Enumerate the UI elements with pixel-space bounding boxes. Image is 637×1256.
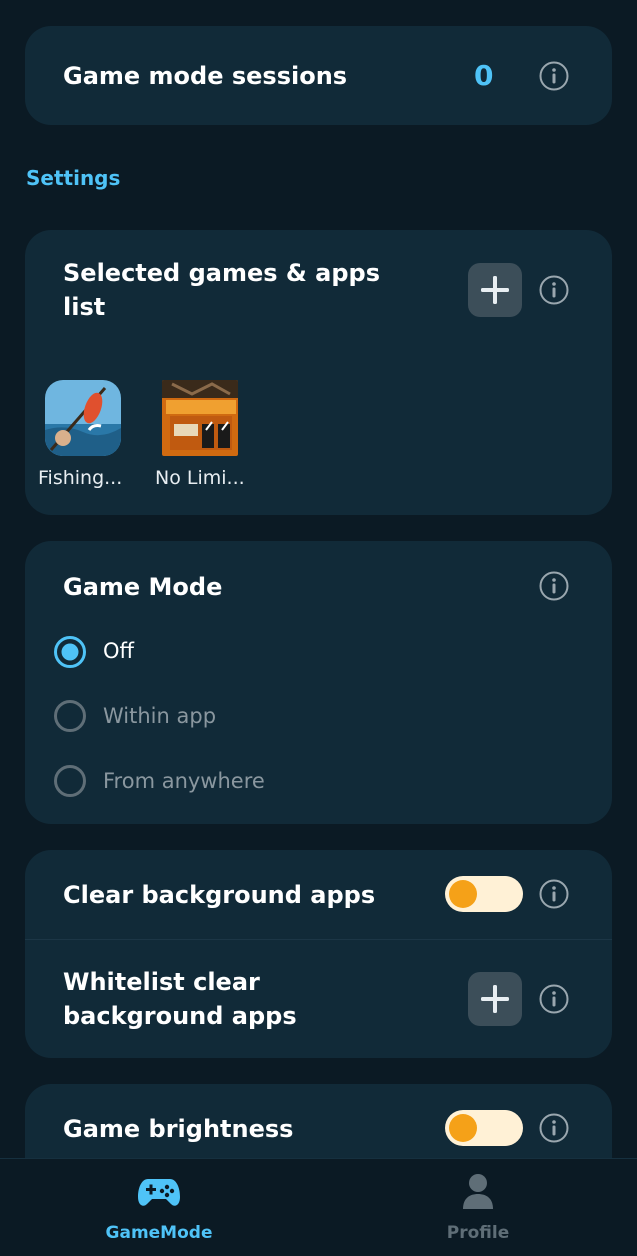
add-app-button[interactable] [468, 263, 522, 317]
nav-label-profile: Profile [446, 1223, 510, 1243]
info-icon[interactable] [539, 275, 569, 305]
info-icon[interactable] [539, 571, 569, 601]
brightness-toggle[interactable] [445, 1110, 523, 1146]
info-icon[interactable] [539, 984, 569, 1014]
nav-item-gamemode[interactable]: GameMode [99, 1173, 219, 1243]
whitelist-label-line2: background apps [63, 1002, 297, 1030]
settings-header: Settings [26, 166, 121, 190]
option-label-off: Off [103, 639, 134, 663]
info-icon[interactable] [539, 61, 569, 91]
background-apps-card: Clear background apps Whitelist clear ba… [25, 850, 612, 1058]
brightness-label: Game brightness [63, 1115, 294, 1143]
divider [25, 939, 612, 940]
game-mode-title: Game Mode [63, 573, 223, 601]
truck-game-icon[interactable] [162, 380, 238, 456]
gamepad-icon [99, 1173, 219, 1213]
game-mode-card: Game Mode Off Within app From anywhere [25, 541, 612, 824]
bottom-nav: GameMode Profile [0, 1158, 637, 1256]
clear-background-label: Clear background apps [63, 881, 376, 909]
radio-from-anywhere[interactable] [54, 765, 86, 797]
fishing-game-icon[interactable] [45, 380, 121, 456]
selected-apps-title-line2: list [63, 293, 106, 321]
option-label-within-app: Within app [103, 704, 217, 728]
nav-item-profile[interactable]: Profile [418, 1173, 538, 1243]
app-label: No Limi... [155, 467, 245, 489]
toggle-knob [449, 880, 477, 908]
add-whitelist-button[interactable] [468, 972, 522, 1026]
sessions-label: Game mode sessions [63, 62, 348, 90]
clear-background-toggle[interactable] [445, 876, 523, 912]
option-label-from-anywhere: From anywhere [103, 769, 265, 793]
nav-label-gamemode: GameMode [105, 1223, 213, 1243]
selected-apps-card: Selected games & apps list Fishing... No… [25, 230, 612, 515]
app-label: Fishing... [38, 467, 123, 489]
toggle-knob [449, 1114, 477, 1142]
radio-within-app[interactable] [54, 700, 86, 732]
info-icon[interactable] [539, 1113, 569, 1143]
plus-icon [481, 985, 509, 1013]
radio-off[interactable] [54, 636, 86, 668]
sessions-card: Game mode sessions 0 [25, 26, 612, 125]
info-icon[interactable] [539, 879, 569, 909]
person-icon [418, 1173, 538, 1213]
sessions-count: 0 [474, 59, 494, 92]
selected-apps-title-line1: Selected games & apps [63, 259, 381, 287]
whitelist-label-line1: Whitelist clear [63, 968, 260, 996]
plus-icon [481, 276, 509, 304]
